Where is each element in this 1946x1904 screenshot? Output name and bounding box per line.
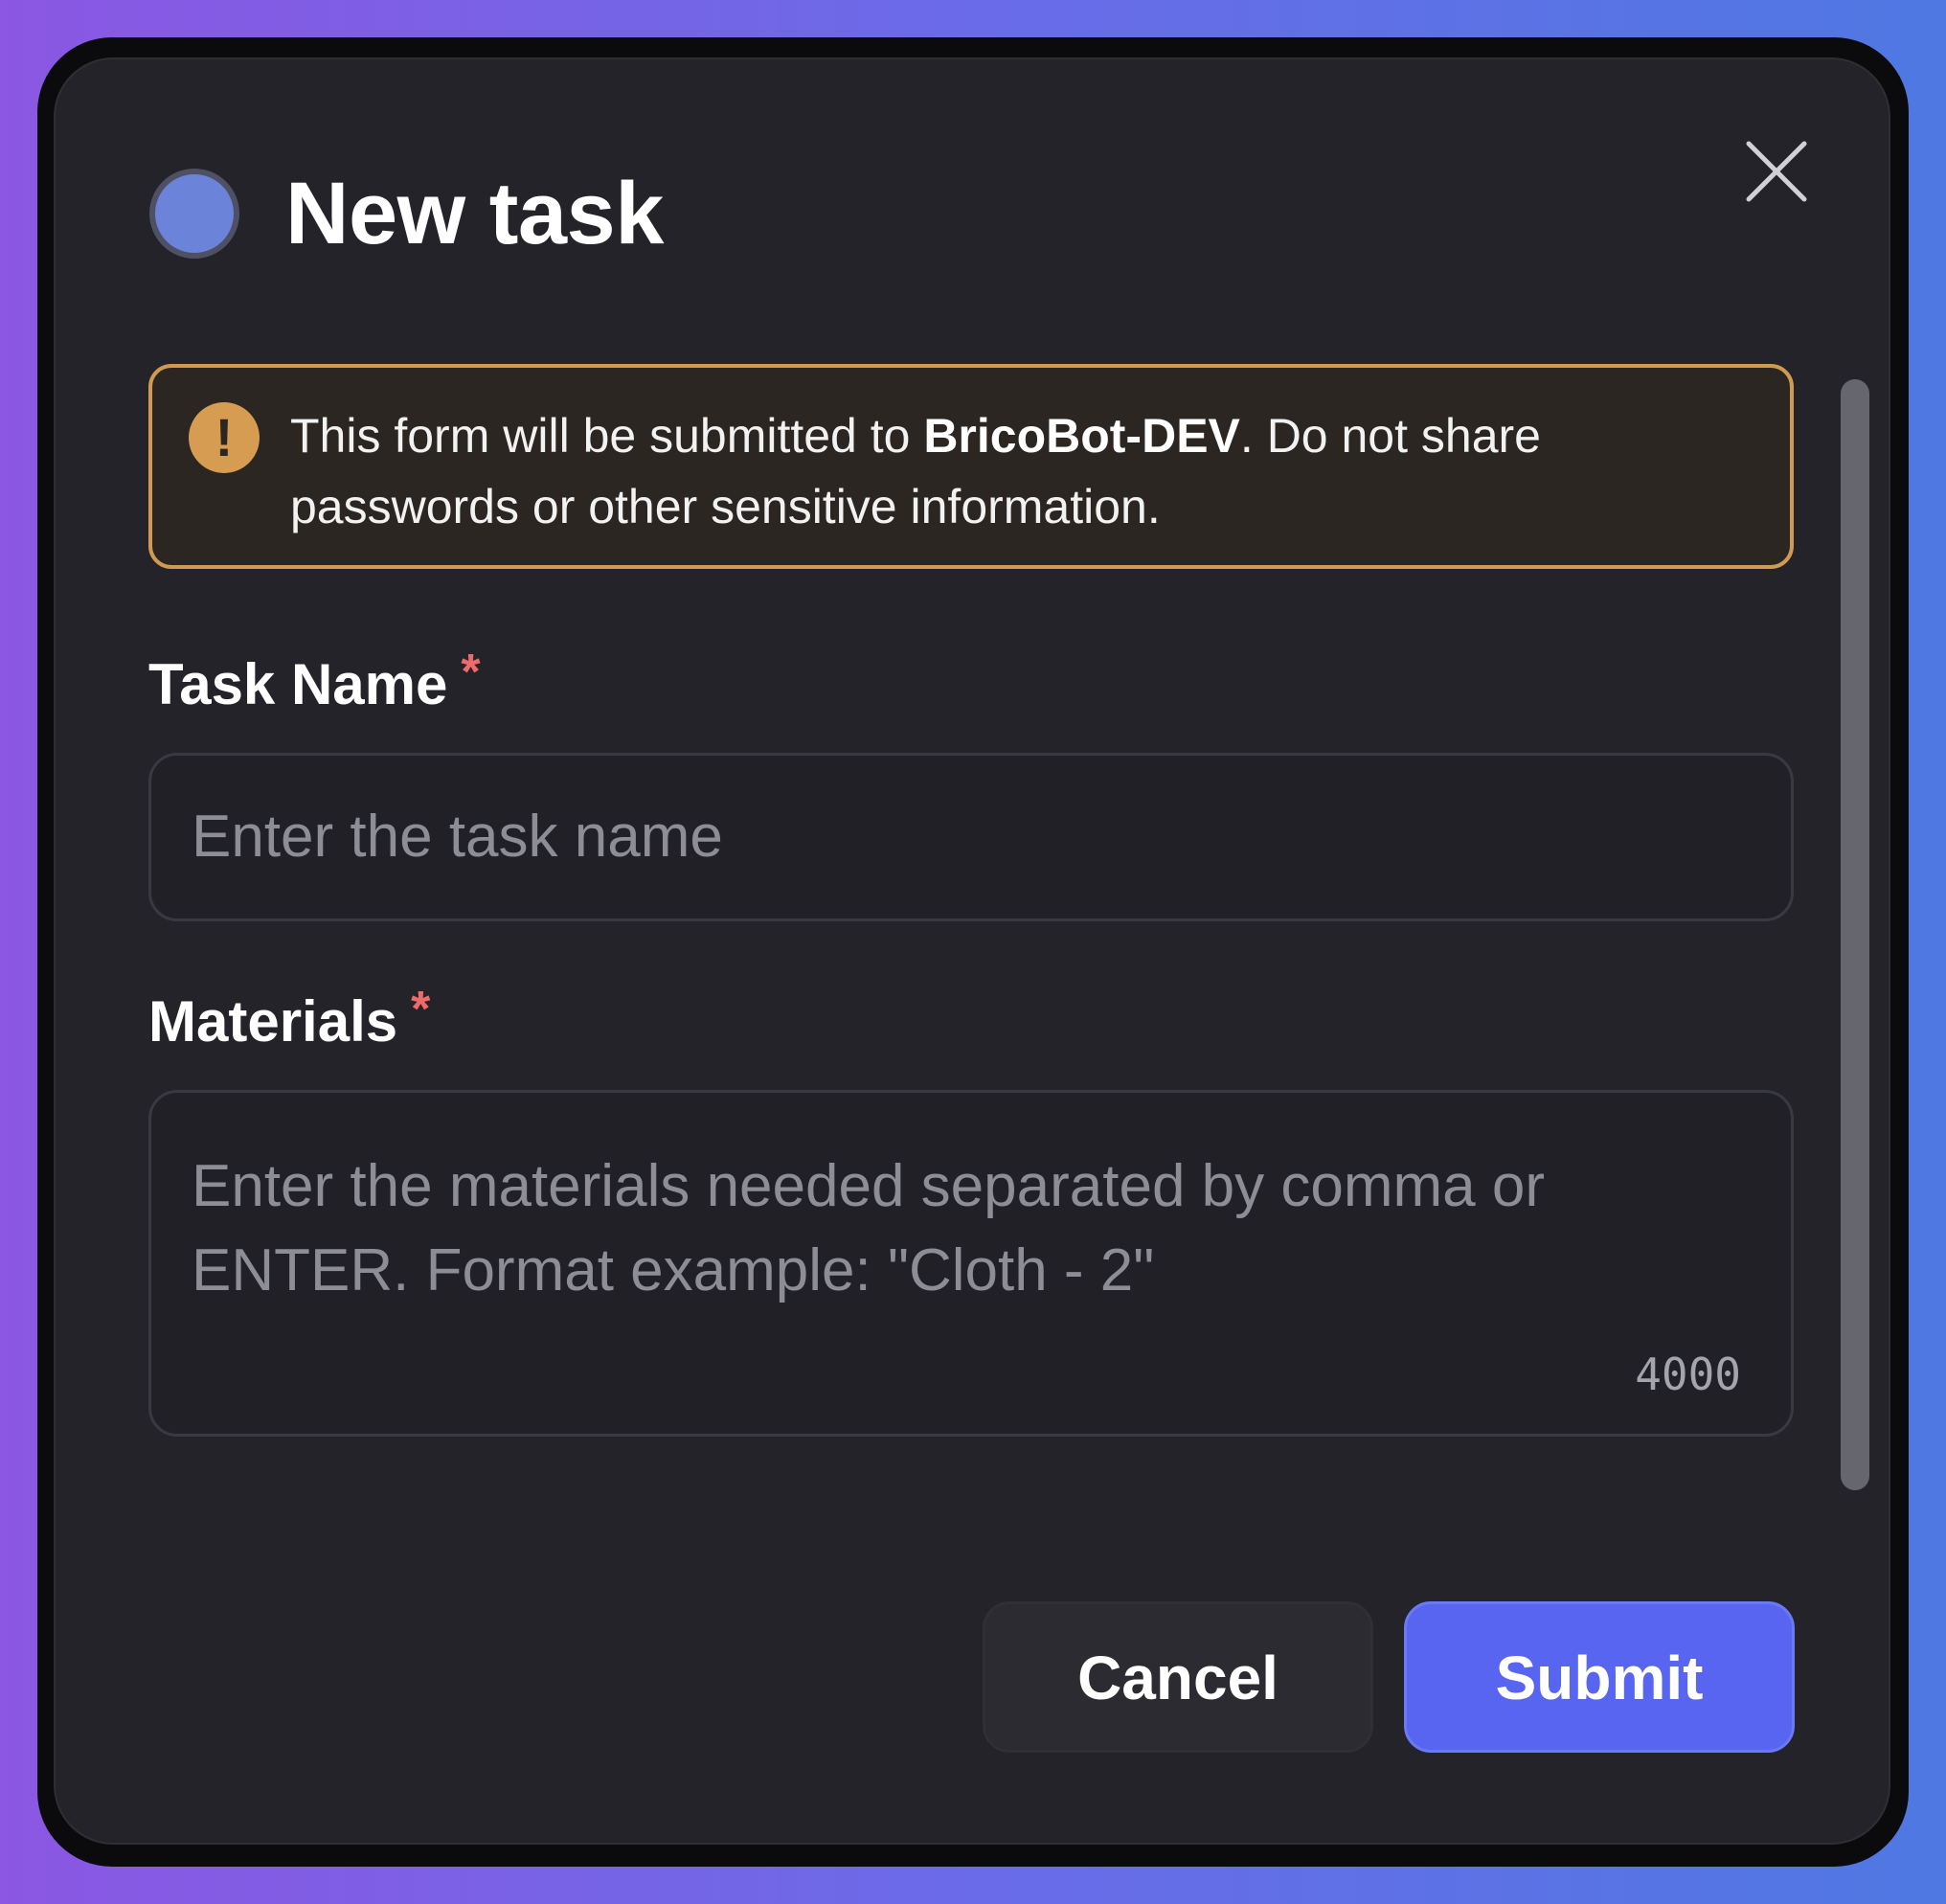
task-name-label-text: Task Name xyxy=(148,652,448,716)
materials-label-text: Materials xyxy=(148,989,398,1054)
exclamation-icon: ! xyxy=(189,402,260,473)
cancel-button[interactable]: Cancel xyxy=(983,1601,1373,1753)
warning-bot-name: BricoBot-DEV xyxy=(923,409,1240,463)
submit-button[interactable]: Submit xyxy=(1404,1601,1795,1753)
materials-label: Materials * xyxy=(148,982,430,1058)
task-name-input[interactable]: Enter the task name xyxy=(148,753,1794,921)
warning-banner: ! This form will be submitted to BricoBo… xyxy=(148,364,1794,569)
materials-textarea[interactable]: Enter the materials needed separated by … xyxy=(148,1090,1794,1437)
required-indicator: * xyxy=(411,982,431,1037)
app-avatar xyxy=(149,169,239,259)
close-icon xyxy=(1746,141,1807,202)
materials-placeholder: Enter the materials needed separated by … xyxy=(192,1153,1545,1303)
dialog-scrollbar[interactable] xyxy=(1841,379,1869,1490)
new-task-dialog xyxy=(54,57,1890,1845)
task-name-placeholder: Enter the task name xyxy=(192,804,723,870)
warning-text-start: This form will be submitted to xyxy=(290,409,924,463)
task-name-label: Task Name * xyxy=(148,645,481,721)
required-indicator: * xyxy=(461,645,481,700)
character-counter: 4000 xyxy=(1635,1349,1741,1400)
warning-text: This form will be submitted to BricoBot-… xyxy=(290,400,1746,542)
close-button[interactable] xyxy=(1741,136,1812,207)
dialog-title: New task xyxy=(285,165,664,262)
